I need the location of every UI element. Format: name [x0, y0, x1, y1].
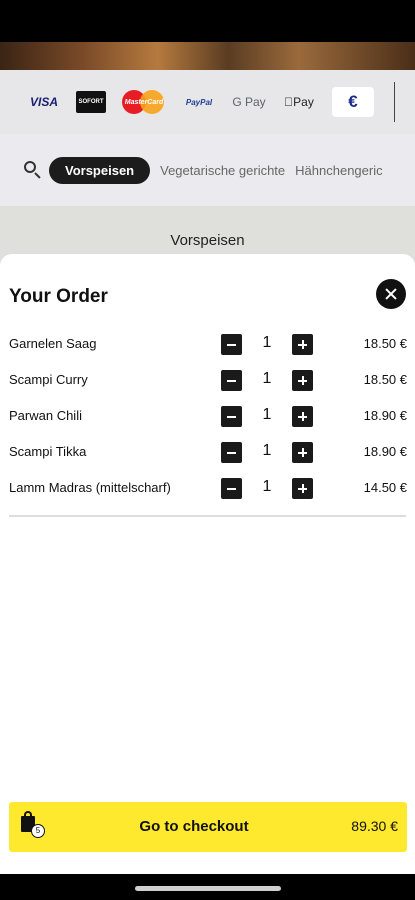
order-item-name: Scampi Tikka	[9, 444, 87, 459]
close-icon[interactable]	[376, 279, 406, 309]
order-item: Garnelen Saag 1 18.50 €	[0, 326, 415, 362]
apple-pay-icon: Pay	[284, 95, 314, 109]
order-item-quantity: 1	[262, 370, 272, 387]
order-item-quantity: 1	[262, 442, 272, 459]
decrease-quantity-button[interactable]	[221, 478, 242, 499]
order-sheet: Your Order Garnelen Saag 1 18.50 € Scamp…	[0, 254, 415, 874]
visa-icon: VISA	[29, 95, 58, 109]
divider	[394, 82, 395, 122]
order-item-name: Parwan Chili	[9, 408, 82, 423]
increase-quantity-button[interactable]	[292, 442, 313, 463]
checkout-total: 89.30 €	[351, 818, 398, 834]
order-item-quantity: 1	[262, 406, 272, 423]
mastercard-icon: MasterCard	[122, 90, 166, 114]
order-item-name: Scampi Curry	[9, 372, 88, 387]
increase-quantity-button[interactable]	[292, 406, 313, 427]
category-nav: Vorspeisen Vegetarische gerichte Hähnche…	[0, 134, 415, 206]
increase-quantity-button[interactable]	[292, 334, 313, 355]
order-item-name: Garnelen Saag	[9, 336, 97, 351]
checkout-label: Go to checkout	[139, 818, 249, 835]
paypal-icon: PayPal	[185, 97, 213, 107]
order-item-price: 18.50 €	[363, 372, 407, 387]
order-title: Your Order	[9, 286, 108, 307]
order-item-price: 18.90 €	[363, 408, 407, 423]
order-item: Scampi Tikka 1 18.90 €	[0, 434, 415, 470]
euro-icon: €	[332, 87, 374, 117]
section-title: Vorspeisen	[170, 232, 245, 249]
decrease-quantity-button[interactable]	[221, 334, 242, 355]
sofort-icon: SOFORT	[76, 91, 106, 113]
order-item-name: Lamm Madras (mittelscharf)	[9, 480, 171, 495]
payment-methods-bar: VISA SOFORT MasterCard PayPal G Pay Pay…	[0, 70, 415, 134]
increase-quantity-button[interactable]	[292, 370, 313, 391]
order-item: Parwan Chili 1 18.90 €	[0, 398, 415, 434]
category-tab-vorspeisen[interactable]: Vorspeisen	[49, 156, 151, 184]
hero-image	[0, 0, 415, 70]
checkout-button[interactable]: 5 Go to checkout 89.30 €	[9, 802, 407, 852]
order-item: Lamm Madras (mittelscharf) 1 14.50 €	[0, 470, 415, 506]
order-item-price: 18.90 €	[363, 444, 407, 459]
order-item: Scampi Curry 1 18.50 €	[0, 362, 415, 398]
decrease-quantity-button[interactable]	[221, 406, 242, 427]
decrease-quantity-button[interactable]	[221, 370, 242, 391]
category-tab-vegetarische-gerichte[interactable]: Vegetarische gerichte	[160, 163, 285, 178]
food-photo	[0, 42, 415, 70]
category-tab-haehnchengerichte[interactable]: Hähnchengeric	[295, 163, 382, 178]
order-item-price: 18.50 €	[363, 336, 407, 351]
increase-quantity-button[interactable]	[292, 478, 313, 499]
search-icon[interactable]	[24, 161, 42, 179]
google-pay-icon: G Pay	[232, 95, 266, 109]
order-item-quantity: 1	[262, 478, 272, 495]
decrease-quantity-button[interactable]	[221, 442, 242, 463]
order-items-list: Garnelen Saag 1 18.50 € Scampi Curry 1 1…	[0, 326, 415, 506]
order-divider	[9, 515, 406, 517]
home-indicator[interactable]	[135, 886, 281, 891]
order-item-quantity: 1	[262, 334, 272, 351]
order-item-price: 14.50 €	[363, 480, 407, 495]
